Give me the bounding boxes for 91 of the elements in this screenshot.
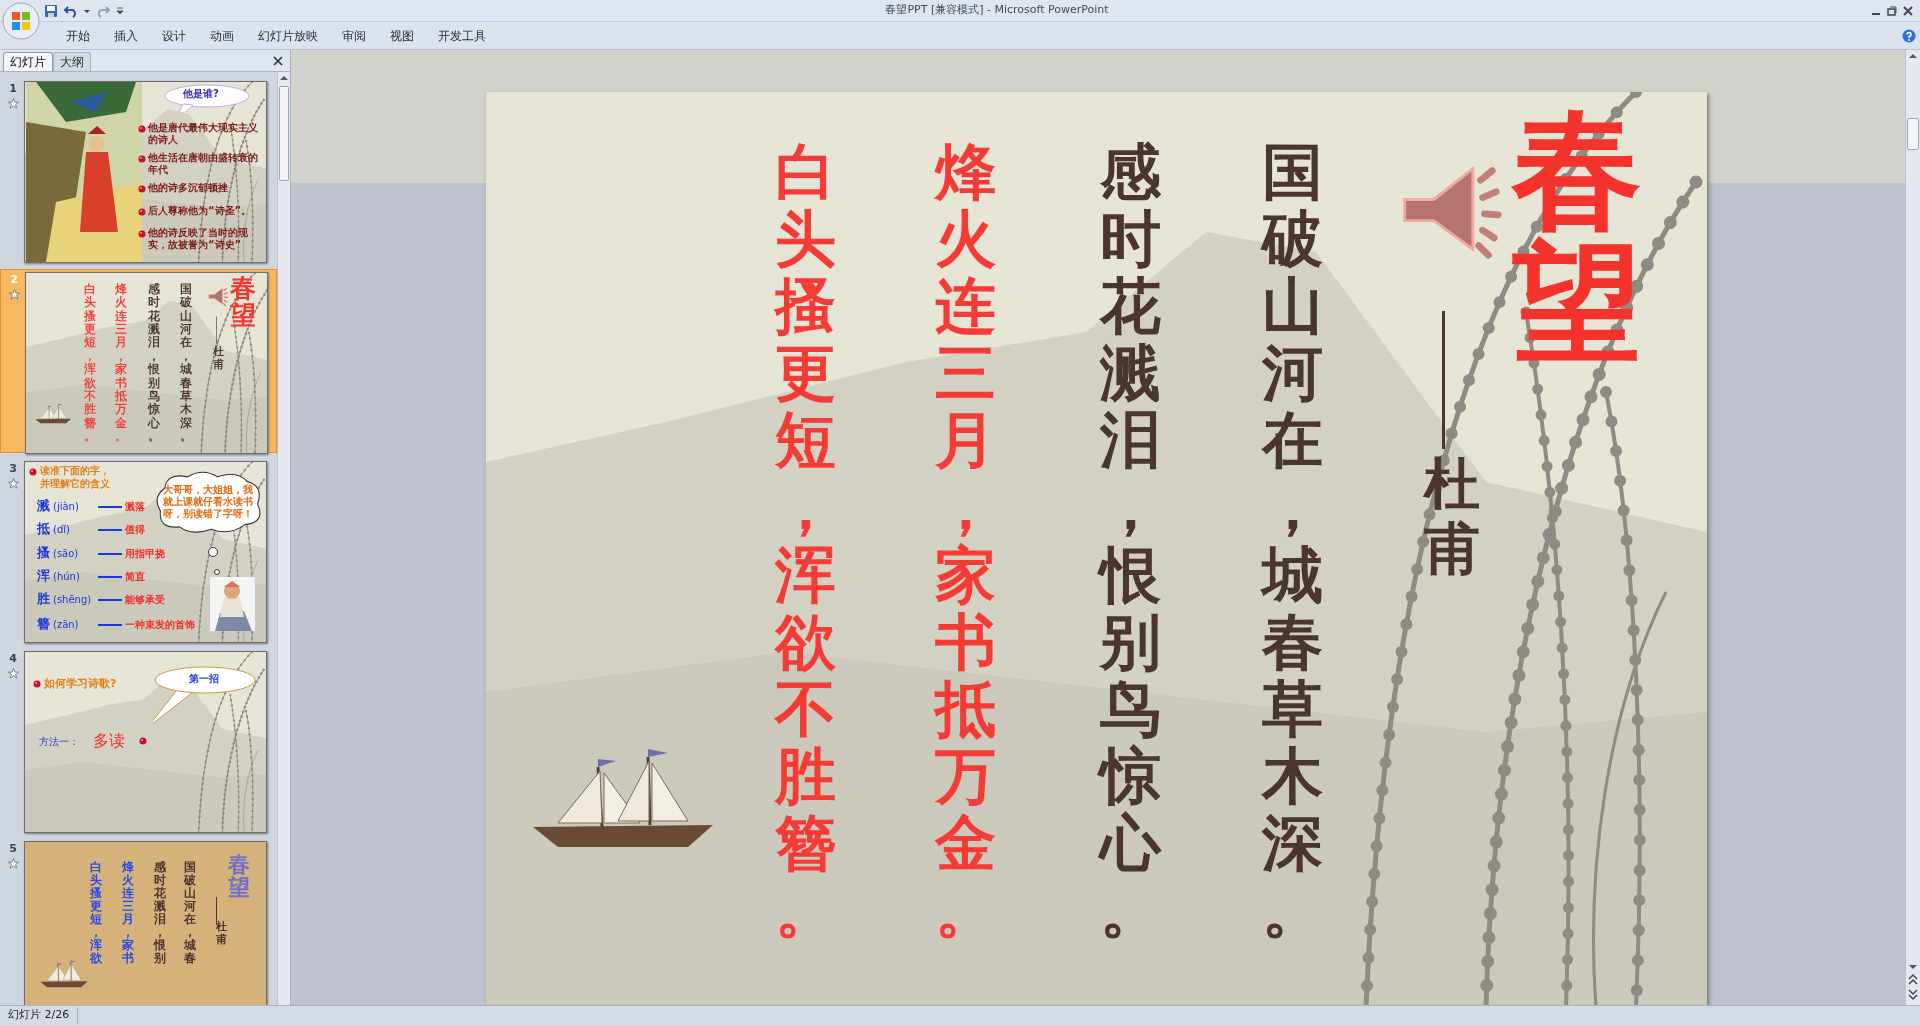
bullet-text: 他是唐代最伟大现实主义的诗人 — [148, 122, 259, 146]
vocab-character: 抵 — [37, 520, 50, 538]
author-name: 杜甫 — [212, 344, 224, 371]
save-icon[interactable] — [44, 3, 58, 18]
vocab-character: 簪 — [37, 615, 50, 633]
meaning-text: 溅落 — [125, 500, 145, 514]
bullet-icon — [138, 208, 146, 216]
slide-question: 如何学习诗歌? — [44, 676, 117, 692]
ribbon-tab[interactable]: 开发工具 — [428, 24, 496, 47]
bubble-text: 他是谁? — [183, 87, 219, 101]
bullet-icon — [29, 468, 37, 476]
ribbon-tab[interactable]: 审阅 — [332, 24, 376, 47]
ribbon-tab[interactable]: 插入 — [104, 24, 148, 47]
poem-line: 白头搔更短，浑欲不胜簪。 — [83, 282, 96, 443]
poem-line: 国破山河在，城春草木深。 — [1262, 138, 1323, 944]
method-label: 方法一： — [39, 735, 79, 749]
slide-number[interactable]: 4 — [9, 651, 17, 668]
bullet-icon — [138, 185, 146, 193]
vocab-character: 浑 — [37, 567, 50, 585]
previous-slide-icon[interactable] — [1907, 973, 1919, 987]
close-icon[interactable] — [1902, 4, 1914, 17]
meaning-text: 一种束发的首饰 — [125, 618, 195, 632]
scrollbar-thumb[interactable] — [1907, 118, 1919, 150]
pane-tab[interactable]: 幻灯片 — [3, 52, 53, 71]
bullet-icon — [138, 155, 146, 163]
slide-number[interactable]: 5 — [9, 841, 17, 858]
undo-icon[interactable] — [64, 3, 78, 18]
ribbon-tab[interactable]: 动画 — [200, 24, 244, 47]
pinyin-text: (zān) — [53, 618, 79, 632]
star-icon — [8, 288, 20, 300]
pane-tab[interactable]: 大纲 — [53, 52, 91, 71]
bullet-text: 他生活在唐朝由盛转衰的年代 — [148, 152, 259, 176]
scrollbar-thumb[interactable] — [279, 86, 289, 181]
star-icon — [7, 857, 19, 869]
ribbon-tab[interactable]: 视图 — [380, 24, 424, 47]
sailboat-drawing — [40, 960, 88, 988]
vocab-character: 搔 — [37, 544, 50, 562]
pinyin-text: (jiàn) — [53, 500, 79, 514]
poem-line: 感时花溅泪，恨别 — [154, 861, 166, 965]
bullet-icon — [138, 230, 146, 238]
slide-title: 春望 — [228, 853, 250, 900]
poem-line: 白头搔更短，浑欲 — [90, 861, 102, 965]
thought-circle — [208, 547, 218, 557]
bubble-text: 第一招 — [189, 672, 219, 686]
poem-line: 国破山河在，城春 — [184, 861, 196, 965]
bullet-text: 他的诗反映了当时的现实，故被誉为“诗史” — [148, 227, 249, 251]
thought-circle — [214, 569, 220, 575]
pinyin-text: (dǐ) — [53, 523, 70, 537]
slide-number[interactable]: 1 — [9, 81, 17, 98]
close-icon[interactable] — [272, 55, 284, 67]
slide-title: 春望 — [1512, 104, 1642, 370]
bullet-icon — [138, 125, 146, 133]
help-icon[interactable] — [1902, 28, 1916, 43]
vocab-character: 溅 — [37, 497, 50, 515]
star-icon — [7, 667, 19, 679]
bullet-text: 后人尊称他为“诗圣”。 — [148, 205, 253, 217]
slide-number[interactable]: 3 — [9, 461, 17, 478]
method-answer: 多读 — [93, 730, 125, 752]
slide-heading: 读准下面的字，并理解它的含义 — [40, 464, 111, 490]
bubble-text: 大哥哥，大姐姐，我就上课就仔看水读书呀，别读错了字呀！ — [163, 484, 254, 520]
star-icon — [7, 477, 19, 489]
poem-line: 烽火连三月，家书抵万金。 — [115, 282, 128, 443]
pinyin-text: (hún) — [53, 570, 80, 584]
poem-line: 国破山河在，城春草木深。 — [180, 282, 193, 443]
vocab-character: 胜 — [37, 590, 50, 608]
poem-line: 烽火连三月，家书 — [122, 861, 134, 965]
sailboat-drawing — [35, 403, 72, 424]
poem-line: 烽火连三月，家书抵万金。 — [935, 138, 996, 944]
slide-title: 春望 — [230, 275, 257, 329]
window-title: 春望PPT [兼容模式] - Microsoft PowerPoint — [885, 2, 1109, 19]
poem-line: 白头搔更短，浑欲不胜簪。 — [775, 138, 836, 944]
poem-line: 感时花溅泪，恨别鸟惊心。 — [148, 282, 161, 443]
ribbon-tab[interactable]: 开始 — [56, 24, 100, 47]
star-icon — [7, 97, 19, 109]
next-slide-icon[interactable] — [1907, 987, 1919, 1001]
author-name: 杜甫 — [1424, 452, 1480, 582]
pinyin-text: (sāo) — [53, 547, 79, 561]
bullet-icon — [33, 680, 41, 688]
bullet-icon — [139, 737, 147, 745]
bullet-text: 他的诗多沉郁顿挫 — [148, 182, 229, 194]
status-text: 幻灯片 2/26 — [0, 1007, 79, 1024]
meaning-text: 用指甲挠 — [125, 547, 165, 561]
pinyin-text: (shēng) — [53, 593, 92, 607]
speaker-icon[interactable] — [206, 286, 229, 307]
restore-icon[interactable] — [1886, 4, 1898, 17]
meaning-text: 能够承受 — [125, 593, 165, 607]
author-name: 杜甫 — [216, 920, 227, 947]
meaning-text: 值得 — [125, 523, 145, 537]
ribbon-tab[interactable]: 设计 — [152, 24, 196, 47]
meaning-text: 简直 — [125, 570, 145, 584]
ribbon-tab[interactable]: 幻灯片放映 — [248, 24, 328, 47]
